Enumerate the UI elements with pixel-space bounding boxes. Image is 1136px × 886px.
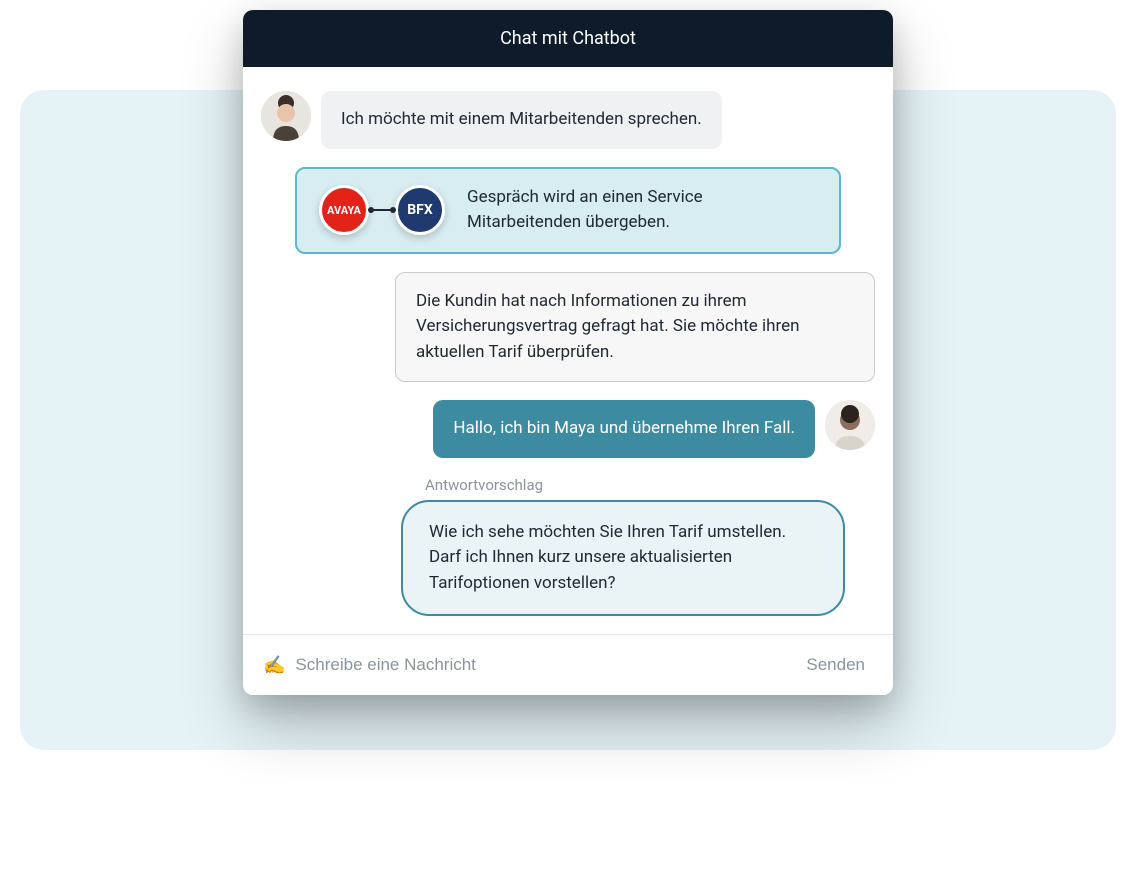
chat-window: Chat mit Chatbot Ich möchte mit einem Mi… bbox=[243, 10, 893, 695]
avaya-logo-text: AVAYA bbox=[327, 204, 361, 217]
bfx-logo-icon: BFX bbox=[395, 185, 445, 235]
agent-avatar bbox=[825, 400, 875, 450]
handoff-card: AVAYA BFX Gespräch wird an einen Service… bbox=[295, 167, 841, 254]
suggestion-bubble[interactable]: Wie ich sehe möchten Sie Ihren Tarif ums… bbox=[401, 500, 845, 617]
context-bubble: Die Kundin hat nach Informationen zu ihr… bbox=[395, 272, 875, 383]
message-input[interactable] bbox=[295, 655, 788, 675]
connector-icon bbox=[370, 209, 394, 211]
handoff-logos: AVAYA BFX bbox=[319, 185, 445, 235]
context-row: Die Kundin hat nach Informationen zu ihr… bbox=[261, 272, 875, 383]
chat-header: Chat mit Chatbot bbox=[243, 10, 893, 67]
suggestion-text: Wie ich sehe möchten Sie Ihren Tarif ums… bbox=[429, 522, 786, 593]
chat-title: Chat mit Chatbot bbox=[500, 28, 636, 49]
suggestion-label: Antwortvorschlag bbox=[425, 476, 845, 494]
user-avatar bbox=[261, 91, 311, 141]
bfx-logo-text: BFX bbox=[407, 202, 433, 218]
avaya-logo-icon: AVAYA bbox=[319, 185, 369, 235]
user-message-bubble: Ich möchte mit einem Mitarbeitenden spre… bbox=[321, 91, 722, 149]
context-text: Die Kundin hat nach Informationen zu ihr… bbox=[416, 291, 800, 362]
send-button-label: Senden bbox=[806, 655, 865, 674]
compose-icon: ✍️ bbox=[263, 655, 285, 676]
agent-message-text: Hallo, ich bin Maya und übernehme Ihren … bbox=[453, 418, 795, 438]
user-message-row: Ich möchte mit einem Mitarbeitenden spre… bbox=[261, 91, 875, 149]
messages-container: Ich möchte mit einem Mitarbeitenden spre… bbox=[243, 67, 893, 634]
agent-message-bubble: Hallo, ich bin Maya und übernehme Ihren … bbox=[433, 400, 815, 458]
send-button[interactable]: Senden bbox=[798, 651, 873, 679]
input-bar: ✍️ Senden bbox=[243, 634, 893, 695]
handoff-text: Gespräch wird an einen Service Mitarbeit… bbox=[467, 185, 817, 236]
suggestion-section: Antwortvorschlag Wie ich sehe möchten Si… bbox=[261, 476, 875, 617]
user-message-text: Ich möchte mit einem Mitarbeitenden spre… bbox=[341, 109, 702, 129]
agent-message-row: Hallo, ich bin Maya und übernehme Ihren … bbox=[261, 400, 875, 458]
